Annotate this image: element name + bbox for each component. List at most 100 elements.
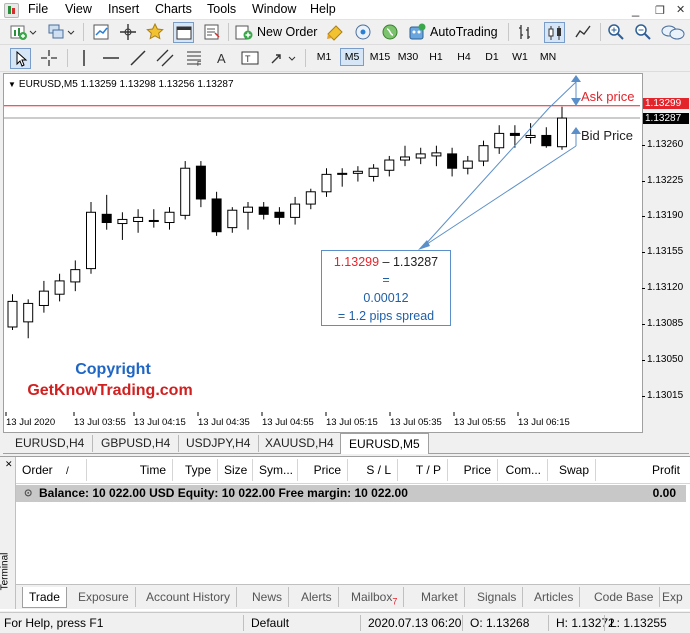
tab-eurusd-m5[interactable]: EURUSD,M5 <box>340 433 429 454</box>
metaeditor-button[interactable] <box>325 22 345 42</box>
bar-chart-button[interactable] <box>515 22 535 42</box>
timeframe-m5[interactable]: M5 <box>340 48 364 66</box>
timeframe-h1[interactable]: H1 <box>424 48 448 66</box>
menu-tools[interactable]: Tools <box>207 2 236 16</box>
menu-file[interactable]: File <box>28 2 48 16</box>
zoom-in-button[interactable] <box>606 22 626 42</box>
tab-articles[interactable]: Articles <box>528 587 581 607</box>
col-size[interactable]: Size <box>218 459 253 481</box>
tab-usdjpy-h4[interactable]: USDJPY,H4 <box>178 435 260 452</box>
col-commission[interactable]: Com... <box>498 459 548 481</box>
bull-candle <box>305 191 316 205</box>
zoom-out-button[interactable] <box>633 22 653 42</box>
new-chart-button[interactable] <box>8 22 38 42</box>
col-time[interactable]: Time <box>87 459 173 481</box>
bid-price-badge: 1.13287 <box>643 113 689 125</box>
tab-market[interactable]: Market <box>415 587 465 607</box>
chart-window[interactable]: ▼ EURUSD,M5 1.13259 1.13298 1.13256 1.132… <box>3 73 643 433</box>
col-type[interactable]: Type <box>173 459 218 481</box>
data-window-button[interactable] <box>118 22 138 42</box>
col-take-profit[interactable]: T / P <box>398 459 448 481</box>
col-price[interactable]: Price <box>448 459 498 481</box>
status-high: H: 1.13272 <box>556 616 615 630</box>
autotrading-label: AutoTrading <box>430 25 498 39</box>
tab-code-base[interactable]: Code Base <box>588 587 661 607</box>
restore-icon[interactable]: ❐ <box>655 4 665 17</box>
timeframe-m15[interactable]: M15 <box>368 48 392 66</box>
price-tick <box>642 288 645 290</box>
menu-view[interactable]: View <box>65 2 92 16</box>
text-label-button[interactable]: T <box>240 48 260 68</box>
chat-button[interactable] <box>660 22 686 42</box>
terminal-side-bar[interactable]: Terminal <box>0 457 16 609</box>
col-open-price[interactable]: Price <box>298 459 348 481</box>
menu-help[interactable]: Help <box>310 2 336 16</box>
ask-arrow-down <box>571 98 581 106</box>
menu-insert[interactable]: Insert <box>108 2 139 16</box>
market-watch-button[interactable] <box>91 22 111 42</box>
timeframe-h4[interactable]: H4 <box>452 48 476 66</box>
timeframe-d1[interactable]: D1 <box>480 48 504 66</box>
minimize-icon[interactable]: _ <box>632 2 639 17</box>
svg-text:F: F <box>197 61 201 67</box>
fibonacci-button[interactable]: F <box>184 48 204 68</box>
bull-candle <box>400 156 410 161</box>
chat-bubbles-icon <box>661 25 685 40</box>
menu-window[interactable]: Window <box>252 2 296 16</box>
status-bar: For Help, press F1 Default 2020.07.13 06… <box>0 612 690 633</box>
col-swap[interactable]: Swap <box>548 459 596 481</box>
navigator-button[interactable] <box>145 22 165 42</box>
price-axis[interactable]: 1.13260 1.13225 1.13190 1.13155 1.13120 1.130… <box>642 73 690 431</box>
arrows-button[interactable] <box>268 48 298 68</box>
tab-mailbox[interactable]: Mailbox7 <box>345 587 405 607</box>
tab-trade[interactable]: Trade <box>22 587 67 608</box>
close-icon[interactable]: ✕ <box>676 3 685 16</box>
tab-gbpusd-h4[interactable]: GBPUSD,H4 <box>93 435 180 452</box>
timeframe-m1[interactable]: M1 <box>312 48 336 66</box>
channel-button[interactable] <box>155 48 175 68</box>
col-order[interactable]: Order / <box>16 459 87 481</box>
bull-candle <box>557 117 567 148</box>
tab-eurusd-h4[interactable]: EURUSD,H4 <box>7 435 94 452</box>
cursor-button[interactable] <box>10 48 31 69</box>
col-stop-loss[interactable]: S / L <box>348 459 398 481</box>
timeframe-m30[interactable]: M30 <box>396 48 420 66</box>
trendline-button[interactable] <box>128 48 148 68</box>
bear-candle <box>541 134 552 147</box>
terminal-close-icon[interactable]: ✕ <box>5 459 13 470</box>
tab-alerts[interactable]: Alerts <box>295 587 339 607</box>
tab-news[interactable]: News <box>246 587 290 607</box>
autotrading-button[interactable]: AutoTrading <box>408 22 504 42</box>
vertical-line-button[interactable] <box>74 48 94 68</box>
col-symbol[interactable]: Sym... <box>253 459 298 481</box>
timeframe-w1[interactable]: W1 <box>508 48 532 66</box>
line-chart-button[interactable] <box>573 22 593 42</box>
time-axis-label: 13 Jul 04:35 <box>198 417 250 428</box>
new-order-button[interactable]: New Order <box>235 22 323 42</box>
menu-charts[interactable]: Charts <box>155 2 192 16</box>
bull-candle <box>352 170 363 174</box>
terminal-toggle-button[interactable] <box>173 22 194 43</box>
tab-account-history[interactable]: Account History <box>140 587 238 607</box>
terminal-window-icon <box>176 26 191 39</box>
tab-xauusd-h4[interactable]: XAUUSD,H4 <box>257 435 343 452</box>
signals-button[interactable] <box>353 22 373 42</box>
profiles-button[interactable] <box>46 22 76 42</box>
tab-signals[interactable]: Signals <box>471 587 524 607</box>
status-datetime: 2020.07.13 06:20 <box>368 616 462 630</box>
balance-row[interactable]: ⊙ Balance: 10 022.00 USD Equity: 10 022.… <box>16 485 686 502</box>
text-button[interactable]: A <box>212 48 232 68</box>
crosshair-move-icon <box>120 24 136 40</box>
tab-experts[interactable]: Exp <box>656 587 689 607</box>
tab-exposure[interactable]: Exposure <box>72 587 136 607</box>
calc-bid-value: 1.13287 <box>392 255 439 269</box>
crosshair-button[interactable] <box>39 48 59 68</box>
col-profit[interactable]: Profit <box>596 459 686 481</box>
horizontal-line-button[interactable] <box>101 48 121 68</box>
market-button[interactable] <box>380 22 400 42</box>
candlestick-button[interactable] <box>544 22 565 43</box>
price-tick <box>642 180 645 182</box>
strategy-tester-button[interactable] <box>202 22 222 42</box>
app-icon[interactable] <box>4 3 19 18</box>
timeframe-mn[interactable]: MN <box>536 48 560 66</box>
